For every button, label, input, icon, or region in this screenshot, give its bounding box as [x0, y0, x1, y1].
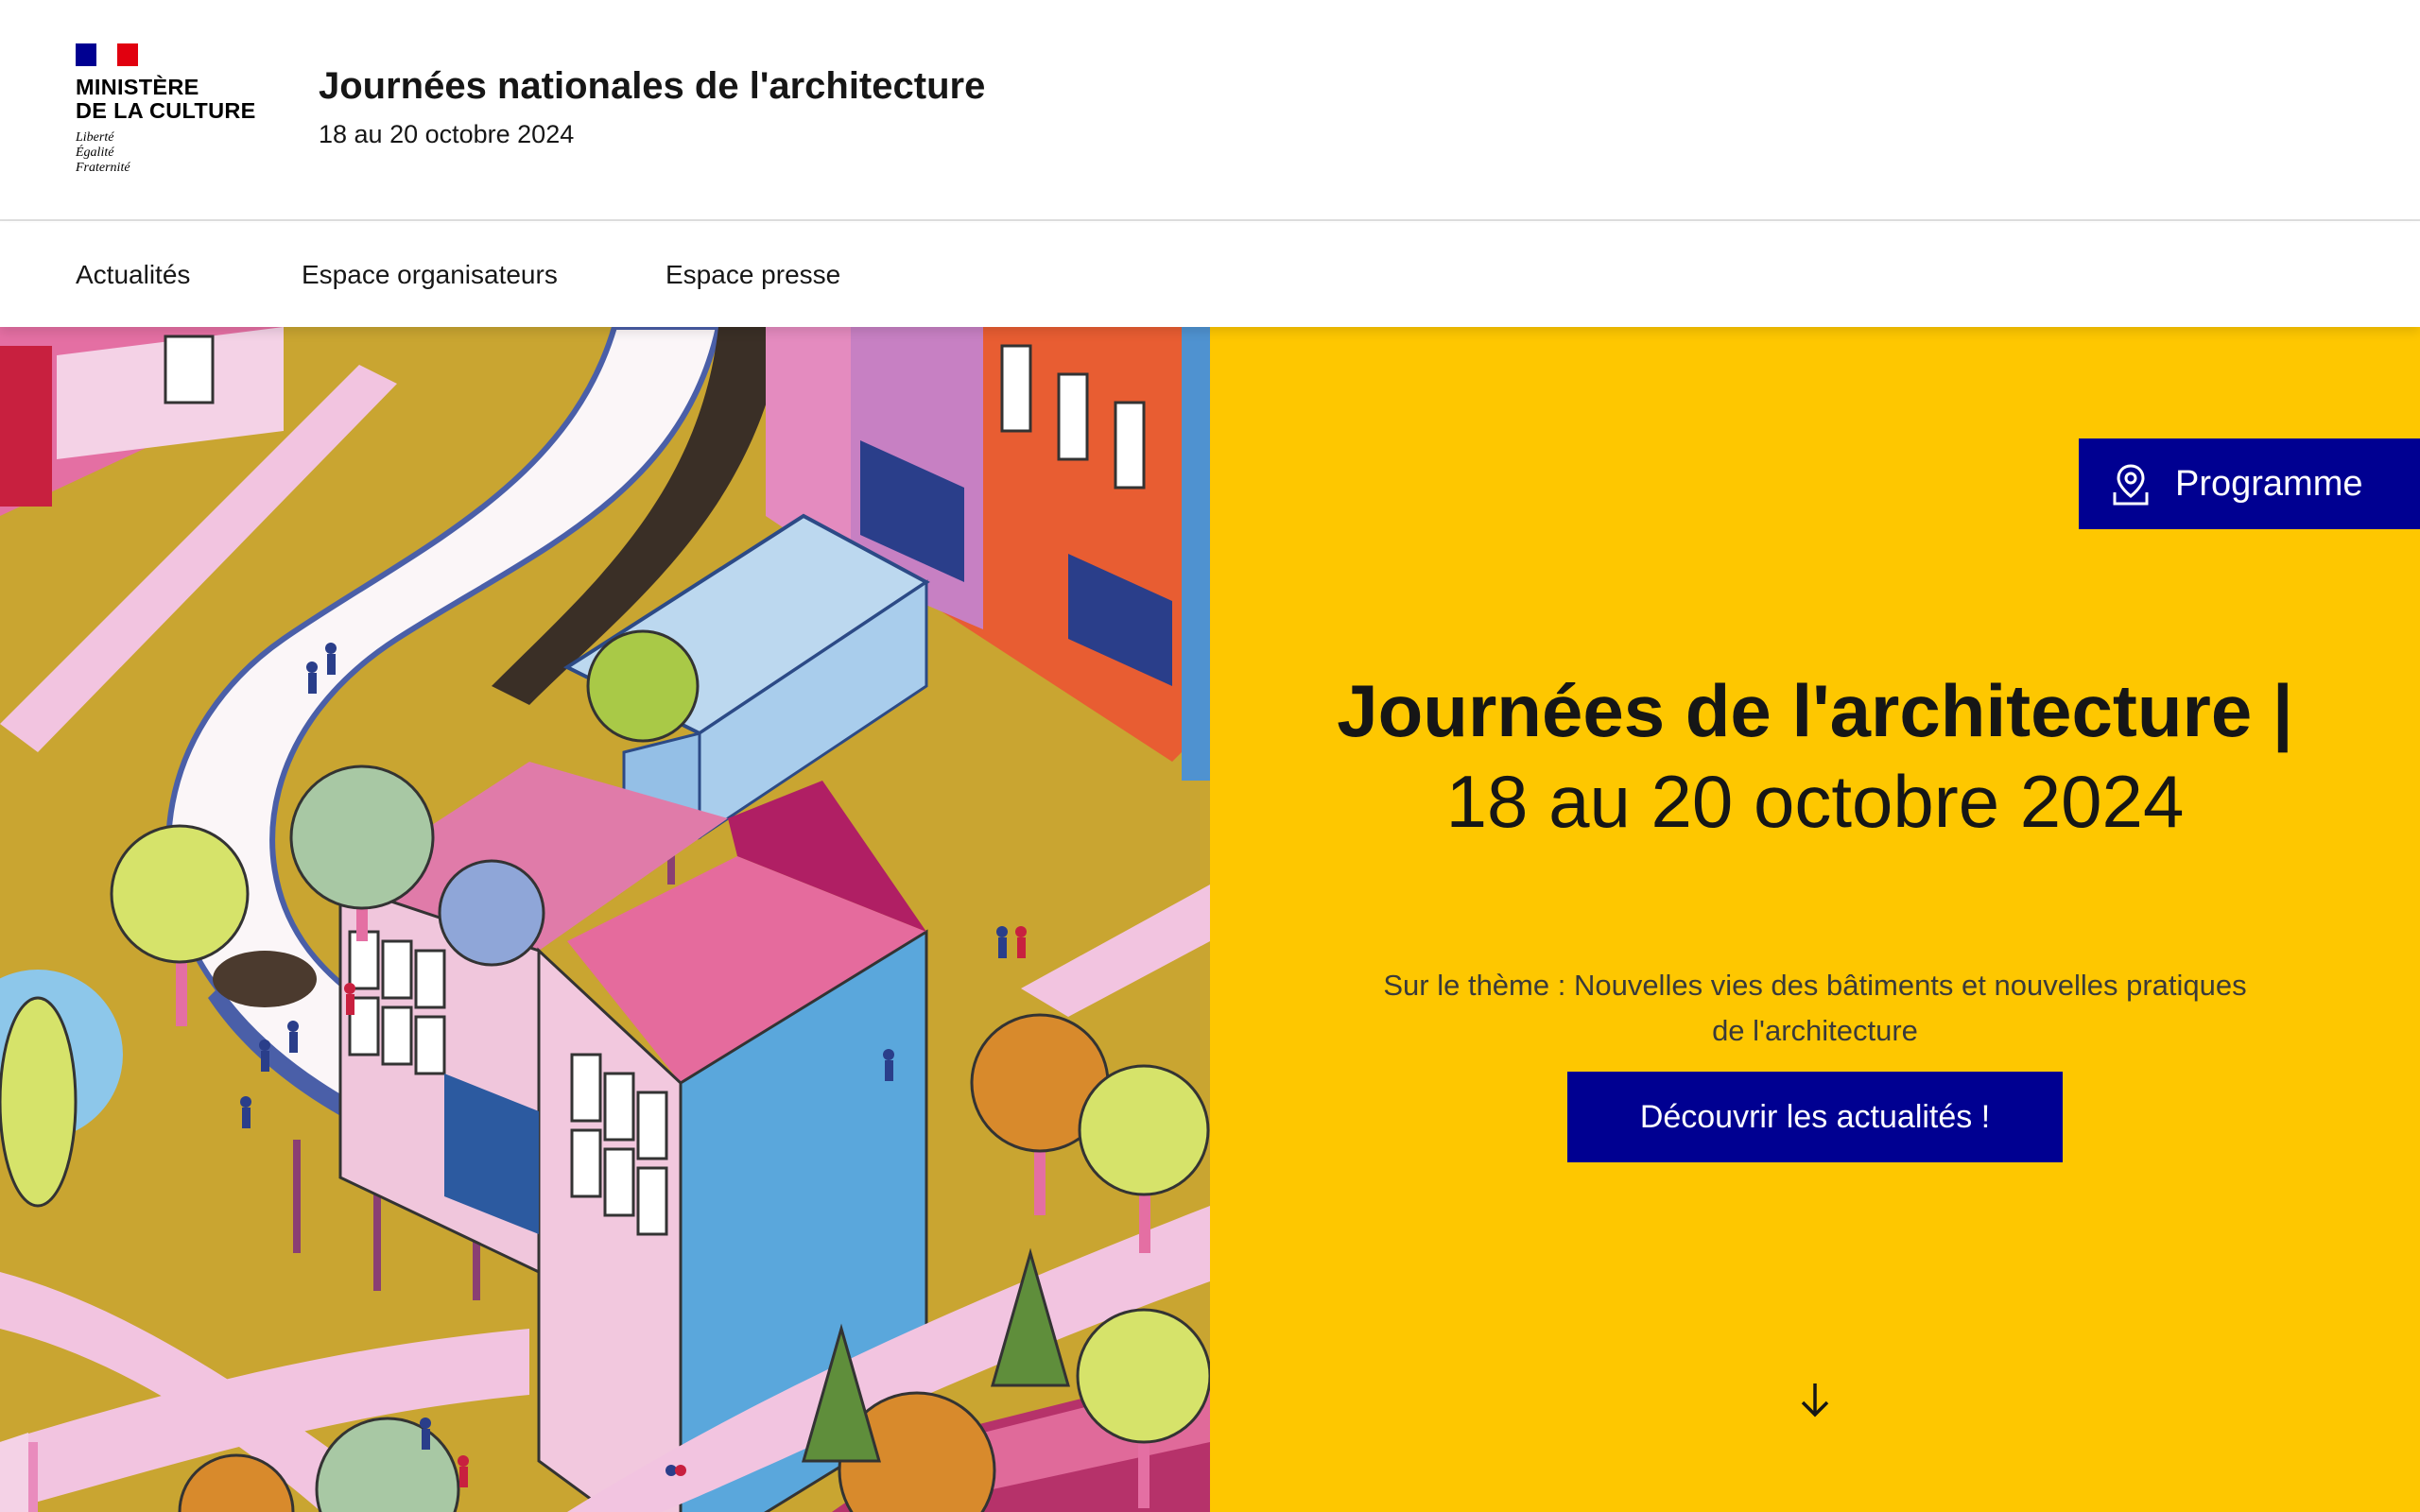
nav-item-espace-organisateurs[interactable]: Espace organisateurs [302, 223, 558, 327]
main-nav: Actualités Espace organisateurs Espace p… [0, 223, 2420, 327]
hero-heading: Journées de l'architecture | 18 au 20 oc… [1333, 665, 2297, 847]
logo-ministry-name: MINISTÈRE DE LA CULTURE [76, 75, 256, 123]
map-pin-icon [2113, 464, 2149, 506]
hero-section: Programme Journées de l'architecture | 1… [0, 327, 2420, 1512]
ministry-logo[interactable]: MINISTÈRE DE LA CULTURE Liberté Égalité … [76, 43, 265, 181]
arrow-down-icon[interactable] [1793, 1378, 1837, 1421]
hero-illustration [0, 327, 1210, 1512]
discover-news-button[interactable]: Découvrir les actualités ! [1567, 1072, 2063, 1162]
hero-heading-dates: 18 au 20 octobre 2024 [1445, 760, 2185, 844]
site-title[interactable]: Journées nationales de l'architecture [319, 62, 985, 110]
programme-button-label: Programme [2175, 463, 2363, 504]
programme-button[interactable]: Programme [2079, 438, 2420, 529]
site-header: MINISTÈRE DE LA CULTURE Liberté Égalité … [0, 0, 2420, 221]
logo-motto: Liberté Égalité Fraternité [76, 130, 130, 175]
hero-heading-strong: Journées de l'architecture | [1337, 669, 2293, 753]
french-flag-icon [76, 43, 138, 66]
hero-subtitle: Sur le thème : Nouvelles vies des bâtime… [1383, 969, 2247, 1047]
hero-panel: Programme Journées de l'architecture | 1… [1210, 327, 2420, 1512]
site-tagline: 18 au 20 octobre 2024 [319, 120, 575, 148]
nav-item-espace-presse[interactable]: Espace presse [666, 223, 840, 327]
nav-item-actualites[interactable]: Actualités [76, 223, 190, 327]
